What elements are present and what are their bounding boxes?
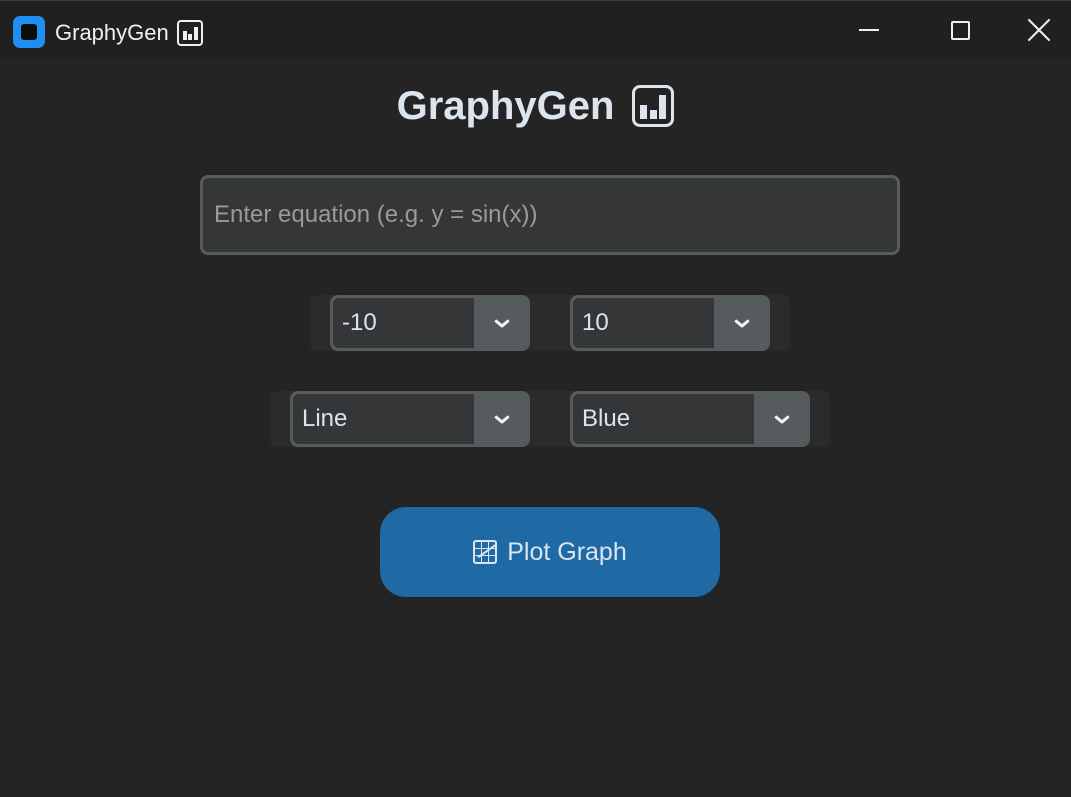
- plot-type-value[interactable]: Line: [293, 394, 474, 444]
- x-max-value[interactable]: 10: [573, 298, 714, 348]
- minimize-button[interactable]: [823, 1, 915, 59]
- close-icon: [1027, 18, 1051, 42]
- minimize-icon: [859, 29, 879, 31]
- page-title: GraphyGen: [396, 83, 615, 128]
- x-max-dropdown-button[interactable]: [714, 295, 770, 351]
- line-color-combobox[interactable]: Blue: [570, 391, 810, 447]
- plot-graph-button[interactable]: Plot Graph: [380, 507, 720, 597]
- chevron-down-icon: [494, 318, 510, 328]
- bar-chart-icon: [632, 85, 675, 127]
- page-heading: GraphyGen: [0, 80, 1071, 132]
- plot-graph-label: Plot Graph: [507, 537, 627, 566]
- chevron-down-icon: [734, 318, 750, 328]
- line-color-dropdown-button[interactable]: [754, 391, 810, 447]
- x-min-value[interactable]: -10: [333, 298, 474, 348]
- x-max-combobox[interactable]: 10: [570, 295, 770, 351]
- app-icon: [13, 16, 45, 48]
- x-min-combobox[interactable]: -10: [330, 295, 530, 351]
- window-titlebar[interactable]: GraphyGen: [0, 0, 1071, 58]
- window-title: GraphyGen: [55, 20, 203, 46]
- close-button[interactable]: [1006, 1, 1071, 59]
- chevron-down-icon: [774, 414, 790, 424]
- chevron-down-icon: [494, 414, 510, 424]
- equation-input[interactable]: [200, 175, 900, 255]
- maximize-button[interactable]: [914, 1, 1006, 59]
- x-min-dropdown-button[interactable]: [474, 295, 530, 351]
- bar-chart-icon: [176, 20, 203, 46]
- chart-increasing-icon: [473, 540, 498, 564]
- maximize-icon: [950, 20, 970, 40]
- plot-type-dropdown-button[interactable]: [474, 391, 530, 447]
- window-title-text: GraphyGen: [55, 20, 169, 45]
- line-color-value[interactable]: Blue: [573, 394, 754, 444]
- plot-type-combobox[interactable]: Line: [290, 391, 530, 447]
